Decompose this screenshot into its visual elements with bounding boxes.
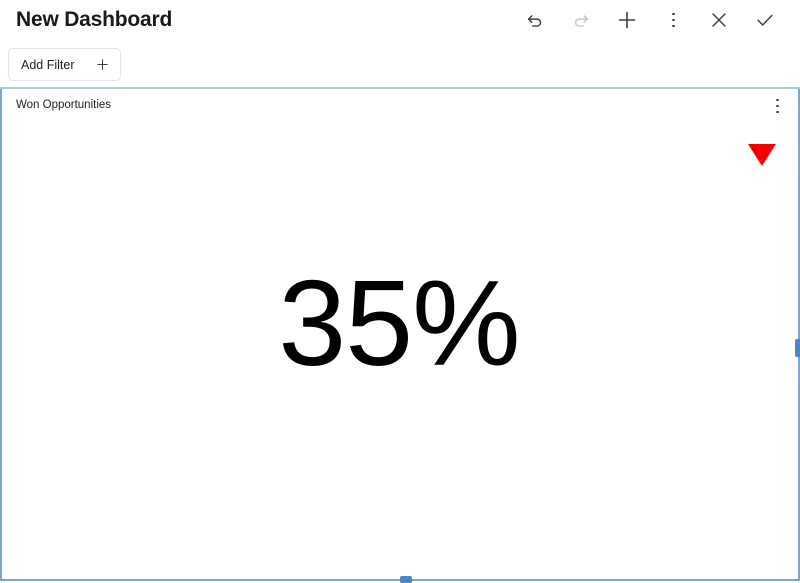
page-title: New Dashboard [16, 8, 173, 31]
kebab-menu-icon [671, 11, 675, 29]
redo-button[interactable] [558, 0, 604, 40]
resize-handle-right[interactable] [795, 339, 800, 357]
plus-icon [615, 8, 639, 32]
redo-icon [570, 9, 592, 31]
close-icon [708, 9, 730, 31]
close-button[interactable] [696, 0, 742, 40]
plus-icon [95, 57, 110, 72]
add-filter-label: Add Filter [21, 57, 75, 72]
resize-handle-bottom[interactable] [400, 576, 412, 583]
add-filter-button[interactable]: Add Filter [8, 48, 121, 81]
filter-bar: Add Filter [0, 40, 800, 88]
dashboard-card-won-opportunities[interactable]: Won Opportunities 35% [0, 89, 800, 583]
save-button[interactable] [742, 0, 788, 40]
more-options-button[interactable] [650, 0, 696, 40]
kpi-value: 35% [278, 255, 520, 391]
add-widget-button[interactable] [604, 0, 650, 40]
app-header: New Dashboard [0, 0, 800, 40]
check-icon [754, 9, 776, 31]
undo-button[interactable] [512, 0, 558, 40]
kpi-container: 35% [2, 89, 798, 579]
header-toolbar [512, 0, 788, 40]
undo-icon [524, 9, 546, 31]
